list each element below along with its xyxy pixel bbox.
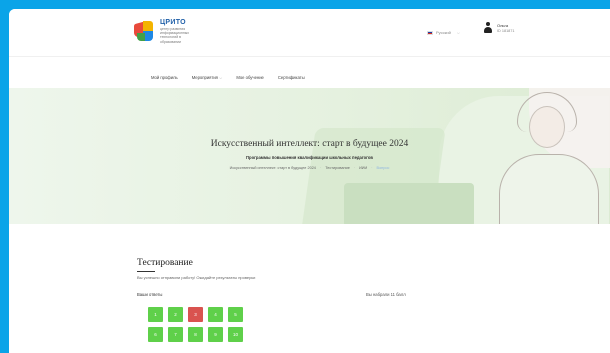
page-subtitle: Программы повышения квалификации школьны…	[246, 155, 373, 160]
laptop-illustration	[344, 183, 474, 224]
person-illustration	[499, 154, 599, 224]
breadcrumb-separator: ·	[371, 166, 373, 170]
answer-cell[interactable]: 8	[188, 327, 203, 342]
chevron-down-icon: ⌵	[456, 30, 460, 35]
section-title: Тестирование	[137, 258, 193, 268]
breadcrumb-current: Вопрос	[376, 166, 390, 170]
site-logo[interactable]: ЦРИТО центр развития информационных техн…	[134, 19, 192, 44]
russian-flag-icon	[427, 30, 433, 35]
breadcrumb-item[interactable]: Тестирование	[325, 166, 350, 170]
answer-cell[interactable]: 6	[148, 327, 163, 342]
success-message: Вы успешно отправили работу! Ожидайте ре…	[137, 275, 256, 280]
page-title: Искусственный интеллект: старт в будущее…	[210, 139, 409, 149]
answer-cell[interactable]: 1	[148, 307, 163, 322]
nav-item-events[interactable]: Мероприятия ⌵	[192, 75, 223, 80]
nav-item-my-learning[interactable]: Мое обучение	[236, 75, 264, 80]
answer-cell[interactable]: 2	[168, 307, 183, 322]
answer-cell[interactable]: 3	[188, 307, 203, 322]
answer-cell[interactable]: 5	[228, 307, 243, 322]
user-menu[interactable]: Ольга ID 181871	[483, 22, 515, 34]
answer-cell[interactable]: 4	[208, 307, 223, 322]
user-id: ID 181871	[497, 28, 515, 33]
breadcrumb: Искусственный интеллект: старт в будущее…	[9, 166, 610, 170]
logo-mark-icon	[134, 20, 156, 42]
breadcrumb-item[interactable]: ИИИ	[359, 166, 367, 170]
logo-title: ЦРИТО	[160, 19, 186, 26]
answers-grid: 1 2 3 4 5 6 7 8 9 10	[148, 307, 243, 342]
browser-window: ЦРИТО центр развития информационных техн…	[9, 9, 610, 353]
breadcrumb-separator: ·	[319, 166, 322, 170]
language-selector[interactable]: Русский ⌵	[427, 30, 460, 35]
logo-subtitle: центр развития информационных технологий…	[160, 27, 190, 44]
site-header: ЦРИТО центр развития информационных техн…	[9, 9, 610, 57]
answer-cell[interactable]: 10	[228, 327, 243, 342]
answer-cell[interactable]: 7	[168, 327, 183, 342]
breadcrumb-item[interactable]: Искусственный интеллект: старт в будущее…	[230, 166, 316, 170]
chevron-down-icon: ⌵	[219, 75, 223, 80]
answer-cell[interactable]: 9	[208, 327, 223, 342]
score-text: Вы набрали 11 балл	[366, 292, 406, 297]
main-nav: Мой профиль Мероприятия ⌵ Мое обучение С…	[151, 75, 305, 80]
nav-item-profile[interactable]: Мой профиль	[151, 75, 178, 80]
answers-label: Ваши ответы	[137, 292, 163, 297]
title-underline	[137, 271, 155, 272]
breadcrumb-separator: ·	[353, 166, 356, 170]
language-label: Русский	[436, 30, 451, 35]
user-icon	[483, 22, 493, 34]
nav-item-certificates[interactable]: Сертификаты	[278, 75, 305, 80]
